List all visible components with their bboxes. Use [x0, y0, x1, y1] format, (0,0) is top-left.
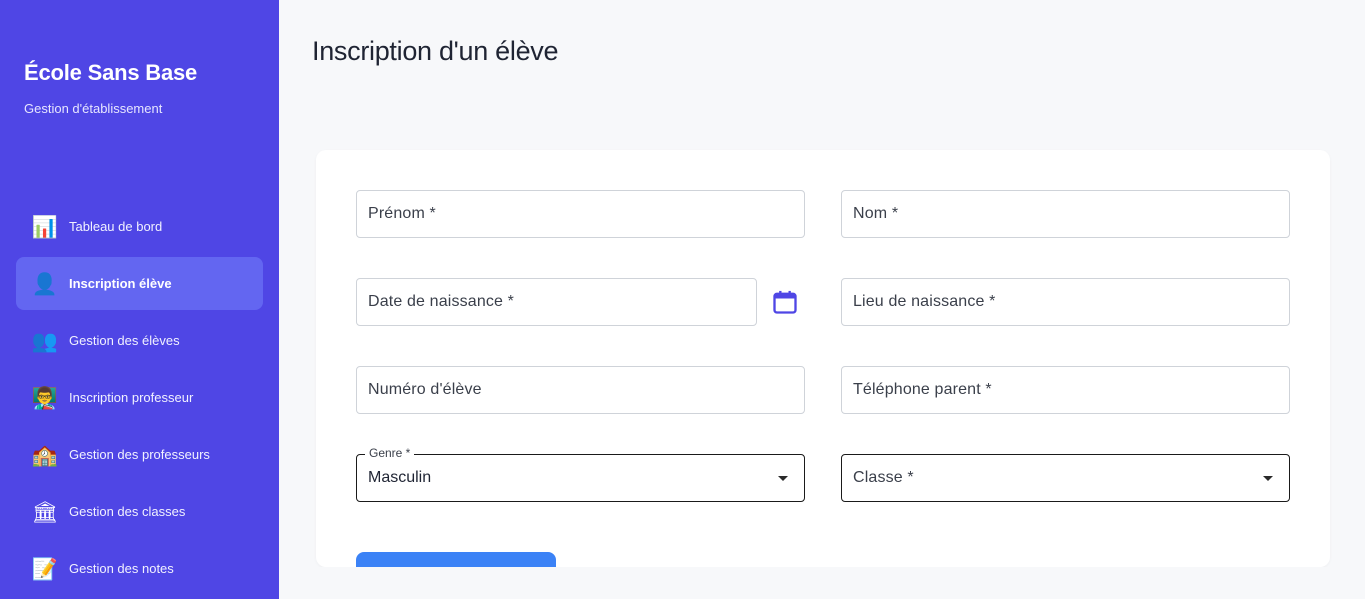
teacher-icon: 👨‍🏫: [31, 385, 59, 410]
sidebar-item-inscription-eleve[interactable]: 👤 Inscription élève: [16, 257, 263, 310]
sidebar-item-label: Inscription élève: [69, 276, 172, 291]
page-bottom-area: [279, 567, 1365, 599]
sidebar-item-gestion-eleves[interactable]: 👥 Gestion des élèves: [16, 314, 263, 367]
memo-icon: 📝: [31, 556, 59, 581]
lieu-naissance-field[interactable]: Lieu de naissance *: [841, 278, 1290, 326]
sidebar-item-label: Inscription professeur: [69, 390, 194, 405]
prenom-placeholder: Prénom *: [368, 205, 436, 222]
sidebar-item-label: Gestion des notes: [69, 561, 174, 576]
genre-select[interactable]: Genre * Masculin: [356, 446, 805, 502]
lieu-naissance-placeholder: Lieu de naissance *: [853, 293, 996, 310]
sidebar-item-label: Gestion des professeurs: [69, 447, 210, 462]
chevron-down-icon: [778, 476, 788, 481]
date-naissance-field[interactable]: Date de naissance *: [356, 278, 757, 326]
page-title: Inscription d'un élève: [312, 36, 559, 66]
genre-value: Masculin: [368, 469, 432, 486]
sidebar-item-gestion-notes[interactable]: 📝 Gestion des notes: [16, 542, 263, 595]
sidebar-item-label: Gestion des classes: [69, 504, 186, 519]
calendar-icon[interactable]: [771, 288, 799, 316]
prenom-field[interactable]: Prénom *: [356, 190, 805, 238]
nom-field[interactable]: Nom *: [841, 190, 1290, 238]
date-naissance-placeholder: Date de naissance *: [368, 293, 515, 310]
school-icon: 🏫: [31, 442, 59, 467]
sidebar-item-gestion-professeurs[interactable]: 🏫 Gestion des professeurs: [16, 428, 263, 481]
users-icon: 👥: [31, 328, 59, 353]
sidebar-item-tableau-de-bord[interactable]: 📊 Tableau de bord: [16, 200, 263, 253]
sidebar-item-label: Tableau de bord: [69, 219, 163, 234]
classe-select[interactable]: Classe *: [841, 454, 1290, 502]
sidebar: École Sans Base Gestion d'établissement …: [0, 0, 279, 599]
bar-chart-icon: 📊: [31, 214, 59, 239]
brand-subtitle: Gestion d'établissement: [24, 101, 163, 116]
user-icon: 👤: [31, 271, 59, 296]
nom-placeholder: Nom *: [853, 205, 899, 222]
classe-placeholder: Classe *: [853, 469, 914, 486]
chevron-down-icon: [1263, 476, 1273, 481]
sidebar-item-inscription-professeur[interactable]: 👨‍🏫 Inscription professeur: [16, 371, 263, 424]
brand-title: École Sans Base: [24, 60, 198, 85]
numero-eleve-field[interactable]: Numéro d'élève: [356, 366, 805, 414]
telephone-parent-field[interactable]: Téléphone parent *: [841, 366, 1290, 414]
numero-eleve-placeholder: Numéro d'élève: [368, 381, 482, 398]
sidebar-item-gestion-classes[interactable]: 🏛 Gestion des classes: [16, 485, 263, 538]
sidebar-item-label: Gestion des élèves: [69, 333, 180, 348]
classical-building-icon: 🏛: [31, 499, 59, 524]
telephone-parent-placeholder: Téléphone parent *: [853, 381, 992, 398]
genre-label: Genre *: [365, 446, 415, 460]
